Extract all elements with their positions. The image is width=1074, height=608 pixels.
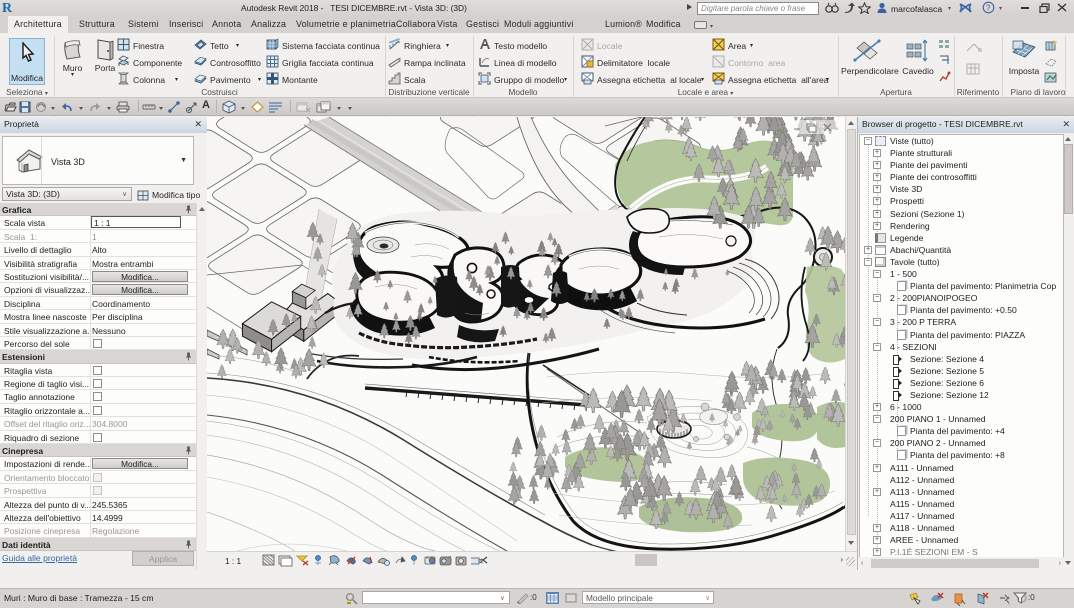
svg-text:?: ? bbox=[986, 4, 991, 13]
svg-text:R: R bbox=[2, 1, 13, 14]
